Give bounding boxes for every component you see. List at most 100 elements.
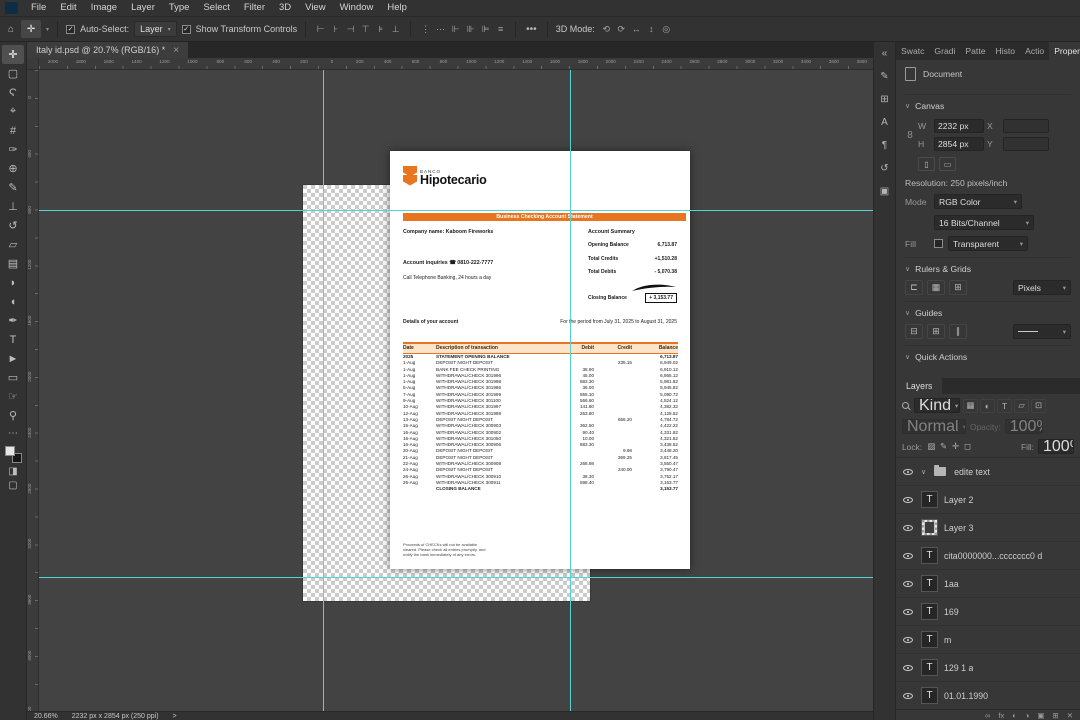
bit-depth-dropdown[interactable]: 16 Bits/Channel ▾ — [934, 215, 1034, 230]
units-dropdown[interactable]: Pixels ▾ — [1013, 280, 1071, 295]
section-chevron-icon[interactable]: ∨ — [905, 353, 910, 361]
menu-edit[interactable]: Edit — [53, 0, 83, 16]
3d-slide-icon[interactable]: ↕ — [645, 24, 658, 35]
landscape-orientation-button[interactable]: ▭ — [939, 157, 956, 171]
layer-mask-icon[interactable]: ◐ — [1012, 711, 1017, 720]
lock-guides-icon[interactable]: ⊞ — [927, 324, 945, 339]
gradient-tool-icon[interactable]: ▤ — [2, 254, 24, 273]
menu-filter[interactable]: Filter — [237, 0, 272, 16]
panel-tab-actio[interactable]: Actio — [1020, 42, 1049, 60]
height-field[interactable]: 2854 px — [934, 137, 984, 151]
menu-image[interactable]: Image — [84, 0, 124, 16]
tab-layers[interactable]: Layers — [896, 378, 943, 394]
canvas[interactable]: BANCO Hipotecario Business Checking Acco… — [39, 70, 873, 711]
color-swatches[interactable] — [4, 446, 22, 463]
lock-position-icon[interactable]: ✛ — [950, 441, 961, 452]
link-layers-icon[interactable]: ∞ — [985, 711, 990, 720]
visibility-eye-icon[interactable] — [901, 636, 915, 643]
lock-artboard-icon[interactable]: ◻ — [962, 441, 973, 452]
rectangle-tool-icon[interactable]: ▭ — [2, 368, 24, 387]
quick-mask-icon[interactable]: ◨ — [8, 466, 17, 477]
visibility-eye-icon[interactable] — [901, 468, 915, 475]
distribute-left-icon[interactable]: ⊩ — [449, 24, 462, 35]
libraries-panel-icon[interactable]: ▣ — [880, 186, 889, 197]
layer-filter-kind-dropdown[interactable]: Kind ▾ — [914, 398, 960, 413]
menu-type[interactable]: Type — [162, 0, 197, 16]
clear-guides-icon[interactable]: ∥ — [949, 324, 967, 339]
layer-thumbnail[interactable]: T — [921, 659, 938, 676]
paragraph-panel-icon[interactable]: ¶ — [882, 140, 887, 151]
menu-view[interactable]: View — [298, 0, 332, 16]
align-center-horizontal-icon[interactable]: ⊦ — [329, 24, 342, 35]
link-dimensions-icon[interactable]: 8 — [905, 130, 915, 141]
active-tool-icon[interactable]: ✛ — [21, 20, 42, 38]
visibility-eye-icon[interactable] — [901, 524, 915, 531]
toggle-pixel-grid-icon[interactable]: ⊞ — [949, 280, 967, 295]
blend-mode-dropdown[interactable]: Normal ▾ — [902, 419, 966, 434]
show-transform-checkbox[interactable]: ✓ — [181, 24, 191, 34]
visibility-eye-icon[interactable] — [901, 552, 915, 559]
layer-row[interactable]: Layer 3 — [896, 514, 1080, 542]
visibility-eye-icon[interactable] — [901, 580, 915, 587]
guide-vertical-1[interactable] — [323, 70, 324, 711]
blur-tool-icon[interactable]: ◗ — [2, 273, 24, 292]
more-options-icon[interactable]: ••• — [524, 24, 539, 35]
menu-help[interactable]: Help — [380, 0, 414, 16]
auto-select-checkbox[interactable]: ✓ — [66, 24, 76, 34]
3d-drag-icon[interactable]: ↔ — [630, 24, 643, 35]
path-selection-tool-icon[interactable]: ► — [2, 349, 24, 368]
quick-selection-tool-icon[interactable]: ⌖ — [2, 102, 24, 121]
distribute-right-icon[interactable]: ⊫ — [479, 24, 492, 35]
clone-stamp-tool-icon[interactable]: ⊥ — [2, 197, 24, 216]
zoom-level[interactable]: 20.66% — [34, 713, 58, 720]
fill-checkbox[interactable] — [934, 239, 943, 248]
visibility-eye-icon[interactable] — [901, 692, 915, 699]
type-tool-icon[interactable]: T — [2, 330, 24, 349]
brush-settings-icon[interactable]: ✎ — [880, 71, 888, 82]
layer-row[interactable]: T 169 — [896, 598, 1080, 626]
color-mode-dropdown[interactable]: RGB Color ▾ — [934, 194, 1022, 209]
eyedropper-tool-icon[interactable]: ✑ — [2, 140, 24, 159]
character-panel-icon[interactable]: A — [881, 117, 888, 128]
brush-tool-icon[interactable]: ✎ — [2, 178, 24, 197]
panel-tab-gradi[interactable]: Gradi — [929, 42, 960, 60]
new-layer-icon[interactable]: ⊞ — [1052, 711, 1058, 720]
layer-thumbnail[interactable]: T — [921, 491, 938, 508]
lock-paint-icon[interactable]: ✎ — [938, 441, 949, 452]
healing-brush-tool-icon[interactable]: ⊕ — [2, 159, 24, 178]
align-center-vertical-icon[interactable]: ⊧ — [374, 24, 387, 35]
panel-tab-properties[interactable]: Properties — [1049, 42, 1080, 60]
align-bottom-icon[interactable]: ⊥ — [389, 24, 402, 35]
distribute-center-icon[interactable]: ⊪ — [464, 24, 477, 35]
align-top-icon[interactable]: ⊤ — [359, 24, 372, 35]
collapse-panels-icon[interactable]: « — [882, 48, 888, 59]
new-guide-layout-icon[interactable]: ⊟ — [905, 324, 923, 339]
3d-scale-icon[interactable]: ◎ — [660, 24, 673, 35]
history-panel-icon[interactable]: ↺ — [880, 163, 888, 174]
menu-layer[interactable]: Layer — [124, 0, 162, 16]
layer-thumbnail[interactable]: T — [921, 603, 938, 620]
visibility-eye-icon[interactable] — [901, 664, 915, 671]
home-icon[interactable]: ⌂ — [6, 24, 16, 35]
section-chevron-icon[interactable]: ∨ — [905, 309, 910, 317]
panel-tab-swatc[interactable]: Swatc — [896, 42, 929, 60]
toggle-rulers-icon[interactable]: ⊏ — [905, 280, 923, 295]
layer-row[interactable]: Tcita0000000...ccccccc0 d — [896, 542, 1080, 570]
layer-row[interactable]: T Layer 2 — [896, 486, 1080, 514]
eraser-tool-icon[interactable]: ▱ — [2, 235, 24, 254]
new-group-icon[interactable]: ▣ — [1037, 711, 1044, 720]
menu-3d[interactable]: 3D — [272, 0, 298, 16]
lock-transparent-icon[interactable]: ▨ — [926, 441, 937, 452]
tool-preset-arrow-icon[interactable]: ▾ — [46, 26, 49, 33]
filter-pixel-layers-icon[interactable]: ▦ — [963, 398, 978, 413]
layer-thumbnail[interactable]: T — [921, 631, 938, 648]
screen-mode-icon[interactable]: ▢ — [8, 480, 17, 491]
align-right-icon[interactable]: ⊣ — [344, 24, 357, 35]
distribute-gaps-icon[interactable]: ≡ — [494, 24, 507, 35]
align-left-icon[interactable]: ⊢ — [314, 24, 327, 35]
status-chevron-icon[interactable]: > — [173, 713, 177, 720]
canvas-area[interactable]: 2000 1800 1600 1400 1200 1000 800 600 400 200 0 200… — [27, 58, 873, 711]
panel-tab-patte[interactable]: Patte — [960, 42, 990, 60]
layer-row[interactable]: T 1aa — [896, 570, 1080, 598]
horizontal-ruler[interactable]: 2000 1800 1600 1400 1200 1000 800 600 400 200 0 200… — [39, 58, 873, 70]
